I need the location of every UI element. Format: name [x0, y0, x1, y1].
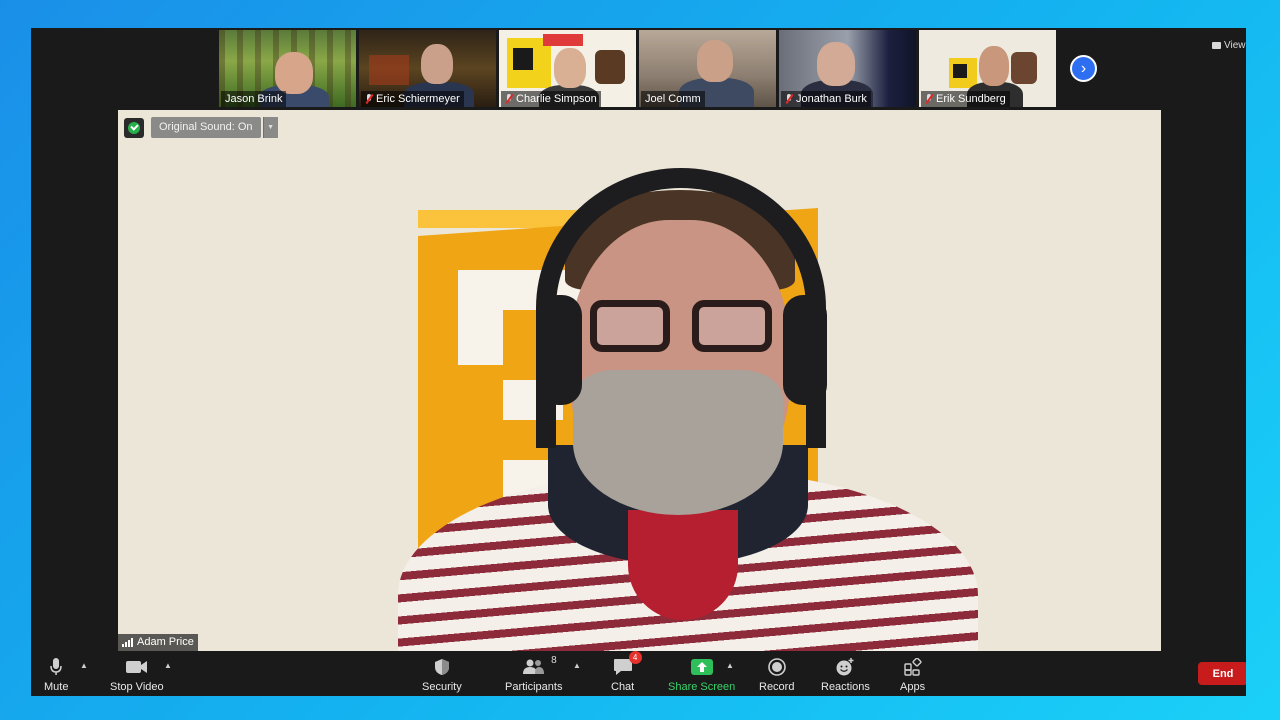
- video-camera-icon: [125, 657, 148, 677]
- view-label: View: [1224, 39, 1246, 51]
- participant-name: Eric Schiermeyer: [376, 93, 460, 105]
- participants-icon: 8: [522, 655, 557, 677]
- participant-name-tag: Joel Comm: [641, 91, 705, 107]
- chat-label: Chat: [611, 681, 635, 693]
- original-sound-button[interactable]: Original Sound: On: [151, 117, 261, 138]
- participant-name: Jonathan Burk: [796, 93, 867, 105]
- chevron-up-icon[interactable]: ▲: [164, 661, 172, 670]
- participant-thumbnail[interactable]: Jonathan Burk: [779, 30, 916, 107]
- smiley-icon: [835, 657, 855, 677]
- gallery-view-icon: [1212, 41, 1221, 49]
- participant-thumbnail[interactable]: Erik Sundberg: [919, 30, 1056, 107]
- participant-name-tag: Jonathan Burk: [781, 91, 871, 107]
- shield-icon: [434, 657, 450, 677]
- participant-thumbnail-strip: Jason Brink Eric Schiermeyer Charlie Sim…: [219, 30, 1056, 107]
- zoom-meeting-window: View Jason Brink Eric Schiermeyer Charli…: [31, 28, 1246, 696]
- share-screen-icon: [690, 657, 713, 677]
- record-button[interactable]: Record: [759, 657, 794, 693]
- active-speaker-video: Original Sound: On ▼ Adam Price: [118, 110, 1161, 651]
- participant-name-tag: Charlie Simpson: [501, 91, 601, 107]
- share-screen-label: Share Screen: [668, 681, 736, 693]
- chevron-up-icon[interactable]: ▲: [80, 661, 88, 670]
- participant-thumbnail[interactable]: Eric Schiermeyer: [359, 30, 496, 107]
- reactions-button[interactable]: Reactions: [821, 657, 870, 693]
- participant-name: Jason Brink: [225, 93, 283, 105]
- security-label: Security: [422, 681, 462, 693]
- apps-icon: [903, 657, 922, 677]
- headset-earcup-left: [538, 295, 582, 405]
- muted-mic-icon: [925, 94, 933, 104]
- record-icon: [767, 657, 786, 677]
- chevron-right-icon: ›: [1080, 59, 1087, 77]
- participant-name-tag: Erik Sundberg: [921, 91, 1010, 107]
- security-button[interactable]: Security: [422, 657, 462, 693]
- participants-label: Participants: [505, 681, 563, 693]
- scene-question-mark: [458, 305, 503, 365]
- microphone-icon: [49, 657, 63, 677]
- muted-mic-icon: [785, 94, 793, 104]
- apps-label: Apps: [900, 681, 926, 693]
- stop-video-label: Stop Video: [110, 681, 164, 693]
- stop-video-button[interactable]: Stop Video: [110, 657, 164, 693]
- mute-label: Mute: [44, 681, 69, 693]
- participant-thumbnail[interactable]: Jason Brink: [219, 30, 356, 107]
- participant-name: Erik Sundberg: [936, 93, 1006, 105]
- signal-strength-icon: [122, 638, 133, 647]
- reactions-label: Reactions: [821, 681, 870, 693]
- chevron-down-icon[interactable]: ▼: [262, 117, 278, 138]
- encryption-shield-icon[interactable]: [124, 117, 144, 138]
- mute-button[interactable]: Mute: [44, 657, 68, 693]
- muted-mic-icon: [505, 94, 513, 104]
- chevron-up-icon[interactable]: ▲: [573, 661, 581, 670]
- participants-count: 8: [551, 655, 557, 666]
- speaker-name: Adam Price: [137, 636, 194, 648]
- meeting-toolbar: Mute ▲ Stop Video ▲ Security 8 Participa…: [31, 651, 1246, 696]
- record-label: Record: [759, 681, 795, 693]
- headset-earcup-right: [783, 295, 827, 405]
- view-button[interactable]: View: [1212, 38, 1246, 52]
- apps-button[interactable]: Apps: [900, 657, 925, 693]
- participant-thumbnail[interactable]: Joel Comm: [639, 30, 776, 107]
- speaker-name-tag: Adam Price: [118, 634, 198, 651]
- participant-name: Joel Comm: [645, 93, 701, 105]
- participant-name-tag: Jason Brink: [221, 91, 287, 107]
- chat-button[interactable]: 4 Chat: [611, 651, 642, 693]
- speaker-collar-inner: [628, 510, 738, 620]
- next-page-button[interactable]: ›: [1070, 55, 1097, 82]
- participant-name: Charlie Simpson: [516, 93, 597, 105]
- participant-thumbnail[interactable]: Charlie Simpson: [499, 30, 636, 107]
- chat-bubble-icon: 4: [613, 651, 642, 677]
- participants-button[interactable]: 8 Participants: [505, 655, 563, 693]
- participant-name-tag: Eric Schiermeyer: [361, 91, 464, 107]
- muted-mic-icon: [365, 94, 373, 104]
- chevron-up-icon[interactable]: ▲: [726, 661, 734, 670]
- chat-unread-badge: 4: [628, 651, 642, 664]
- end-meeting-button[interactable]: End: [1198, 662, 1246, 685]
- original-sound-control: Original Sound: On ▼: [124, 117, 278, 138]
